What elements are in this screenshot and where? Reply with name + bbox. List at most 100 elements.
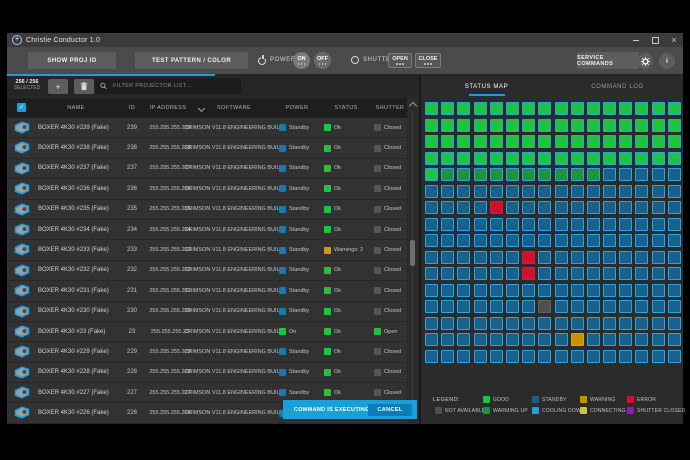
shutter-chip: Closed [374, 342, 401, 361]
status-cell-standby [538, 284, 551, 297]
settings-gear-button[interactable] [637, 53, 653, 69]
status-cell-standby [441, 333, 454, 346]
header-power[interactable]: POWER [269, 98, 325, 118]
status-cell-good [522, 102, 535, 115]
cell-name: BOXER 4K30 #239 (Fake) [38, 118, 109, 137]
status-chip: Ok [324, 179, 341, 198]
power-on-button[interactable]: ON [293, 52, 310, 69]
tab-command-log[interactable]: COMMAND LOG [552, 76, 683, 97]
status-cell-standby [635, 218, 648, 231]
power-indicator-icon [279, 308, 286, 315]
table-row[interactable]: BOXER 4K30 #236 (Fake)236255.255.255.236… [7, 179, 407, 199]
cancel-button[interactable]: CANCEL [368, 404, 412, 416]
projector-icon [14, 182, 30, 195]
status-cell-standby [587, 350, 600, 363]
status-cell-good [474, 152, 487, 165]
filter-projector-input[interactable] [111, 82, 236, 90]
table-row[interactable]: BOXER 4K30 #230 (Fake)230255.255.255.230… [7, 302, 407, 322]
status-pane: STATUS MAP COMMAND LOG LEGEND: GOODSTAND… [421, 76, 683, 424]
table-row[interactable]: BOXER 4K30 #237 (Fake)237255.255.255.237… [7, 159, 407, 179]
service-commands-button[interactable]: SERVICE COMMANDS [577, 52, 639, 69]
maximize-button[interactable] [651, 33, 659, 47]
tab-status-map[interactable]: STATUS MAP [421, 76, 552, 97]
status-cell-standby [603, 201, 616, 214]
status-cell-standby [425, 234, 438, 247]
projector-icon [14, 141, 30, 154]
minimize-button[interactable] [632, 33, 640, 47]
status-cell-standby [457, 317, 470, 330]
status-cell-good [457, 119, 470, 132]
shutter-open-button[interactable]: OPEN [388, 53, 412, 68]
status-cell-good [603, 102, 616, 115]
power-chip: Standby [279, 240, 309, 259]
header-name[interactable]: NAME [46, 98, 106, 118]
status-cell-warming [474, 168, 487, 181]
scroll-up-icon[interactable] [409, 102, 417, 110]
status-cell-good [668, 102, 681, 115]
cell-name: BOXER 4K30 #236 (Fake) [38, 179, 109, 198]
status-cell-good [587, 119, 600, 132]
status-cell-standby [668, 185, 681, 198]
power-indicator-icon [279, 165, 286, 172]
table-row[interactable]: BOXER 4K30 #234 (Fake)234255.255.255.234… [7, 220, 407, 240]
status-cell-standby [474, 284, 487, 297]
shutter-indicator-icon [374, 206, 381, 213]
status-cell-good [490, 135, 503, 148]
status-cell-good [619, 152, 632, 165]
table-row[interactable]: BOXER 4K30 #232 (Fake)232255.255.255.232… [7, 261, 407, 281]
status-cell-good [619, 135, 632, 148]
window-title: Christie Conductor 1.0 [26, 37, 100, 44]
table-row[interactable]: BOXER 4K30 #238 (Fake)238255.255.255.238… [7, 138, 407, 158]
close-button[interactable]: × [670, 33, 678, 47]
status-cell-standby [474, 317, 487, 330]
table-row[interactable]: BOXER 4K30 #235 (Fake)235255.255.255.235… [7, 200, 407, 220]
status-cell-standby [619, 350, 632, 363]
shutter-close-button[interactable]: CLOSE [415, 53, 441, 68]
shutter-indicator-icon [374, 185, 381, 192]
status-cell-standby [474, 350, 487, 363]
status-cell-standby [635, 317, 648, 330]
shutter-indicator-icon [374, 348, 381, 355]
power-off-button[interactable]: OFF [314, 52, 331, 69]
status-cell-standby [555, 201, 568, 214]
status-cell-standby [522, 317, 535, 330]
status-indicator-icon [324, 267, 331, 274]
status-cell-standby [603, 333, 616, 346]
status-chip: Ok [324, 159, 341, 178]
table-row[interactable]: BOXER 4K30 #233 (Fake)233255.255.255.233… [7, 240, 407, 260]
status-cell-warming [587, 168, 600, 181]
table-row[interactable]: BOXER 4K30 #229 (Fake)229255.255.255.229… [7, 342, 407, 362]
status-cell-standby [652, 234, 665, 247]
status-cell-standby [538, 218, 551, 231]
table-row[interactable]: BOXER 4K30 #228 (Fake)228255.255.255.228… [7, 363, 407, 383]
select-all-checkbox[interactable]: ✓ [17, 103, 26, 112]
search-icon [100, 82, 107, 90]
info-button[interactable]: i [659, 53, 675, 69]
shutter-chip: Closed [374, 138, 401, 157]
delete-projector-button[interactable] [74, 79, 94, 94]
status-cell-standby [587, 185, 600, 198]
table-row[interactable]: BOXER 4K30 #231 (Fake)231255.255.255.231… [7, 281, 407, 301]
status-cell-na [538, 300, 551, 313]
shutter-indicator-icon [374, 267, 381, 274]
table-row[interactable]: BOXER 4K30 #23 (Fake)23255.255.255.23CRI… [7, 322, 407, 342]
status-cell-good [522, 119, 535, 132]
status-cell-standby [635, 300, 648, 313]
power-indicator-icon [279, 267, 286, 274]
status-cell-good [441, 152, 454, 165]
status-cell-standby [668, 218, 681, 231]
status-cell-standby [457, 333, 470, 346]
power-chip: Standby [279, 179, 309, 198]
show-proj-id-button[interactable]: SHOW PROJ ID [28, 52, 116, 69]
status-cell-standby [441, 201, 454, 214]
status-cell-error [490, 201, 503, 214]
power-indicator-icon [279, 226, 286, 233]
test-pattern-color-button[interactable]: TEST PATTERN / COLOR [135, 52, 248, 69]
status-indicator-icon [324, 165, 331, 172]
add-projector-button[interactable]: + [48, 79, 68, 94]
legend: LEGEND: GOODSTANDBYWARNINGERROR NOT AVAI… [421, 394, 683, 424]
table-row[interactable]: BOXER 4K30 #239 (Fake)239255.255.255.239… [7, 118, 407, 138]
scrollbar-thumb[interactable] [410, 240, 415, 266]
ellipsis-dots-icon [298, 63, 306, 65]
status-cell-good [457, 135, 470, 148]
